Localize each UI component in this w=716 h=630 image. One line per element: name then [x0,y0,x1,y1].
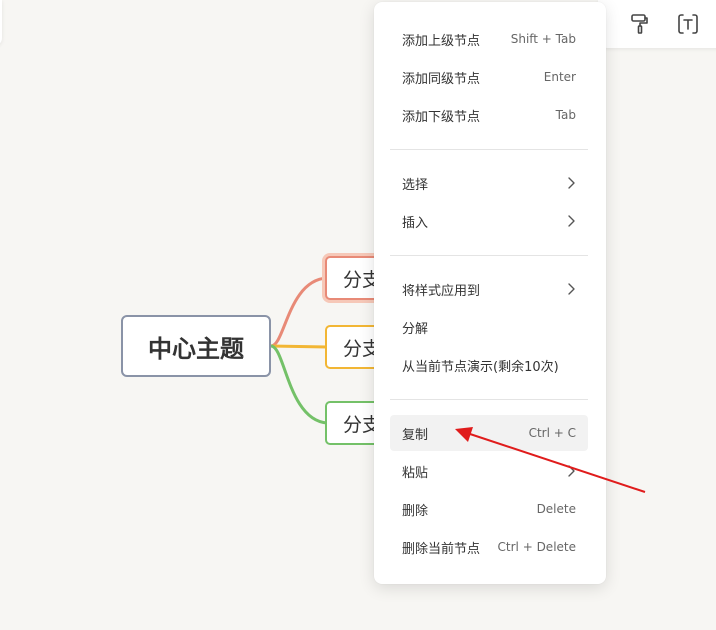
menu-item-label: 删除当前节点 [402,541,481,557]
menu-item-paste[interactable]: 粘贴 [390,453,588,489]
context-menu: 添加上级节点 Shift + Tab 添加同级节点 Enter 添加下级节点 T… [374,2,606,584]
menu-item-label: 从当前节点演示(剩余10次) [402,359,559,375]
mindmap-canvas[interactable]: 中心主题 分支 分支 分支 添加上级节点 Shift + Tab 添加同级节点 … [0,0,716,630]
menu-item-delete-current-node[interactable]: 删除当前节点 Ctrl + Delete [390,529,588,565]
menu-divider [390,255,588,256]
menu-item-label: 选择 [402,177,429,193]
menu-item-decompose[interactable]: 分解 [390,309,588,345]
menu-item-label: 分解 [402,321,429,337]
chevron-right-icon [568,215,575,227]
menu-item-shortcut: Shift + Tab [510,32,576,46]
menu-item-add-parent[interactable]: 添加上级节点 Shift + Tab [390,21,588,57]
menu-item-delete[interactable]: 删除 Delete [390,491,588,527]
menu-item-label: 粘贴 [402,465,429,481]
chevron-right-icon [568,283,575,295]
menu-item-shortcut: Enter [543,70,576,84]
menu-item-label: 删除 [402,503,429,519]
menu-item-add-child[interactable]: 添加下级节点 Tab [390,97,588,133]
chevron-right-icon [568,465,575,477]
root-node-label: 中心主题 [148,334,244,363]
chevron-right-icon [568,177,575,189]
menu-divider [390,399,588,400]
menu-divider [390,149,588,150]
menu-item-apply-style[interactable]: 将样式应用到 [390,271,588,307]
menu-item-label: 复制 [402,427,429,443]
menu-item-label: 将样式应用到 [402,283,481,299]
connector-branch-2 [270,344,328,349]
menu-item-label: 添加同级节点 [402,71,481,87]
branch-connectors [270,276,328,425]
connector-branch-3 [270,344,328,425]
connector-branch-1 [270,276,328,348]
menu-item-shortcut: Tab [555,108,576,122]
menu-item-copy[interactable]: 复制 Ctrl + C [390,415,588,451]
menu-item-label: 添加上级节点 [402,33,481,49]
root-node[interactable]: 中心主题 [121,315,271,377]
menu-item-label: 插入 [402,215,429,231]
menu-item-shortcut: Ctrl + Delete [497,540,576,554]
menu-item-select[interactable]: 选择 [390,165,588,201]
menu-item-shortcut: Delete [536,502,576,516]
menu-item-present-from-node[interactable]: 从当前节点演示(剩余10次) [390,347,588,383]
menu-item-add-sibling[interactable]: 添加同级节点 Enter [390,59,588,95]
menu-item-insert[interactable]: 插入 [390,203,588,239]
menu-item-label: 添加下级节点 [402,109,481,125]
menu-item-shortcut: Ctrl + C [528,426,576,440]
